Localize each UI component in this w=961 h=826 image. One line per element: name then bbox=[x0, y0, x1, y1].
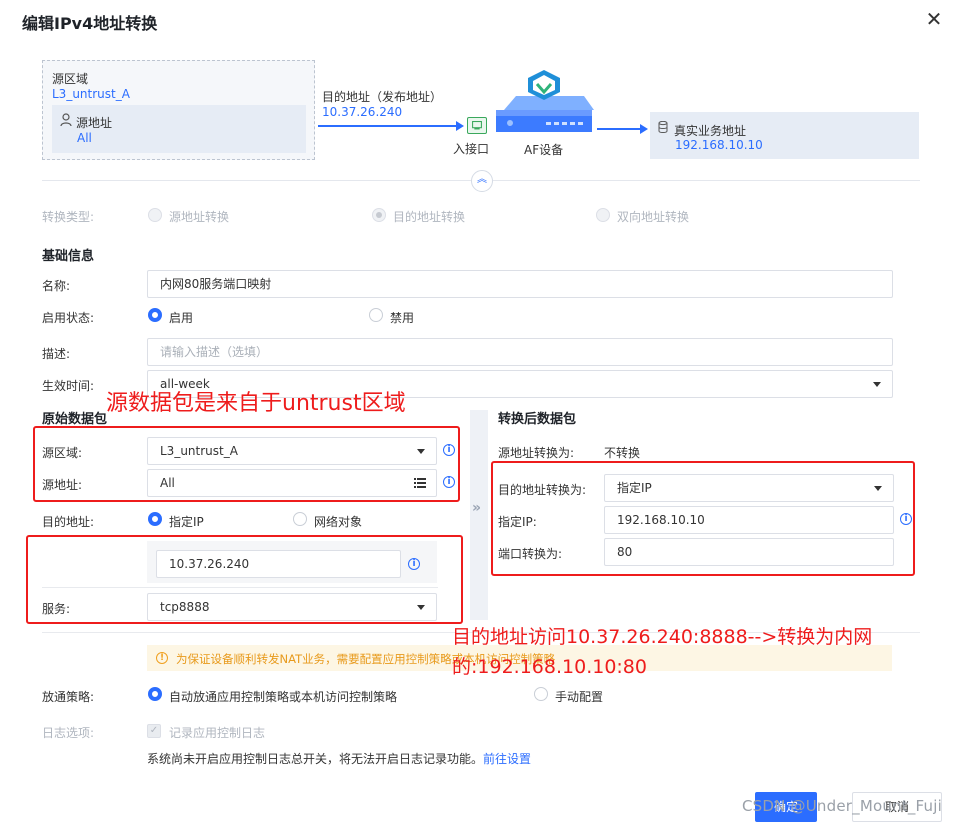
log-checkbox: ✓ bbox=[147, 724, 161, 738]
radio-status-disabled-label: 禁用 bbox=[390, 311, 415, 325]
collapse-chevron-icon[interactable]: ︽ bbox=[471, 170, 493, 192]
orig-src-addr-value: All bbox=[160, 476, 175, 490]
section-original-title: 原始数据包 bbox=[42, 412, 108, 427]
radio-status-disabled[interactable] bbox=[369, 308, 383, 322]
section-converted-title: 转换后数据包 bbox=[498, 412, 577, 427]
topology-device-label: AF设备 bbox=[524, 143, 564, 157]
orig-src-addr-select[interactable]: All bbox=[147, 469, 437, 497]
divider bbox=[42, 587, 438, 588]
watermark: CSDN @Under_Mount_Fuji bbox=[742, 797, 943, 815]
log-label: 日志选项: bbox=[42, 726, 95, 740]
name-label: 名称: bbox=[42, 279, 71, 293]
radio-policy-auto[interactable] bbox=[148, 687, 162, 701]
topology-src-zone-value: L3_untrust_A bbox=[52, 87, 130, 101]
radio-bidirectional-conversion-label: 双向地址转换 bbox=[617, 210, 690, 224]
topology-src-addr-label: 源地址 bbox=[76, 116, 113, 130]
desc-label: 描述: bbox=[42, 347, 71, 361]
orig-dst-ip-input[interactable]: 10.37.26.240 bbox=[156, 550, 401, 578]
orig-src-zone-label: 源区域: bbox=[42, 446, 83, 460]
radio-dst-network-object[interactable] bbox=[293, 512, 307, 526]
annotation-note-2-line1: 目的地址访问10.37.26.240:8888-->转换为内网 bbox=[452, 626, 873, 648]
topology-dst-value: 10.37.26.240 bbox=[322, 105, 403, 119]
name-input[interactable]: 内网80服务端口映射 bbox=[147, 270, 893, 298]
info-icon[interactable]: i bbox=[443, 444, 455, 456]
radio-dst-specified-ip[interactable] bbox=[148, 512, 162, 526]
orig-src-addr-label: 源地址: bbox=[42, 478, 83, 492]
radio-source-conversion-label: 源地址转换 bbox=[169, 210, 230, 224]
annotation-note-2-line2: 的:192.168.10.10:80 bbox=[452, 656, 647, 678]
flow-arrow-head bbox=[456, 121, 464, 131]
info-icon[interactable]: i bbox=[443, 476, 455, 488]
radio-bidirectional-conversion bbox=[596, 208, 610, 222]
topology-real-label: 真实业务地址 bbox=[674, 124, 747, 138]
annotation-note-1: 源数据包是来自于untrust区域 bbox=[106, 391, 406, 416]
service-select[interactable]: tcp8888 bbox=[147, 593, 437, 621]
conv-port-input[interactable]: 80 bbox=[604, 538, 894, 566]
src-conv-label: 源地址转换为: bbox=[498, 446, 575, 460]
radio-dst-specified-ip-label: 指定IP bbox=[169, 515, 204, 529]
user-icon bbox=[60, 113, 72, 127]
orig-src-zone-value: L3_untrust_A bbox=[160, 444, 238, 458]
close-icon[interactable]: ✕ bbox=[924, 8, 944, 30]
info-icon[interactable]: i bbox=[408, 558, 420, 570]
radio-policy-auto-label: 自动放通应用控制策略或本机访问控制策略 bbox=[169, 690, 398, 704]
chevron-down-icon bbox=[417, 449, 425, 454]
info-icon[interactable]: i bbox=[900, 513, 912, 525]
log-hint: 系统尚未开启应用控制日志总开关，将无法开启日志记录功能。 bbox=[147, 752, 484, 766]
log-hint-row: 系统尚未开启应用控制日志总开关，将无法开启日志记录功能。前往设置 bbox=[147, 750, 531, 767]
radio-status-enabled[interactable] bbox=[148, 308, 162, 322]
topology-port-label: 入接口 bbox=[453, 142, 490, 156]
orig-src-zone-select[interactable]: L3_untrust_A bbox=[147, 437, 437, 465]
radio-policy-manual[interactable] bbox=[534, 687, 548, 701]
flow-arrow bbox=[318, 125, 460, 127]
database-icon bbox=[658, 121, 668, 133]
chevron-down-icon bbox=[873, 382, 881, 387]
src-conv-value: 不转换 bbox=[604, 446, 641, 460]
log-checkbox-label: 记录应用控制日志 bbox=[169, 726, 266, 740]
conv-port-label: 端口转换为: bbox=[498, 547, 563, 561]
topology-src-addr-value: All bbox=[77, 131, 92, 145]
time-label: 生效时间: bbox=[42, 379, 95, 393]
double-chevron-right-icon: » bbox=[472, 500, 482, 516]
radio-dest-conversion-label: 目的地址转换 bbox=[393, 210, 466, 224]
chevron-down-icon bbox=[874, 486, 882, 491]
dst-conv-select[interactable]: 指定IP bbox=[604, 474, 894, 502]
log-settings-link[interactable]: 前往设置 bbox=[483, 752, 531, 766]
chevron-down-icon bbox=[417, 605, 425, 610]
dst-conv-value: 指定IP bbox=[617, 481, 652, 495]
list-icon[interactable] bbox=[414, 478, 426, 488]
orig-dst-label: 目的地址: bbox=[42, 515, 95, 529]
dialog-title: 编辑IPv4地址转换 bbox=[22, 14, 158, 33]
radio-dst-network-object-label: 网络对象 bbox=[314, 515, 363, 529]
policy-label: 放通策略: bbox=[42, 690, 95, 704]
status-label: 启用状态: bbox=[42, 311, 95, 325]
flow-arrow-head bbox=[640, 124, 648, 134]
radio-status-enabled-label: 启用 bbox=[169, 311, 194, 325]
radio-dest-conversion bbox=[372, 208, 386, 222]
conv-ip-input[interactable]: 192.168.10.10 bbox=[604, 506, 894, 534]
radio-source-conversion bbox=[148, 208, 162, 222]
service-value: tcp8888 bbox=[160, 600, 210, 614]
topology-src-zone-label: 源区域 bbox=[52, 72, 89, 86]
dst-conv-label: 目的地址转换为: bbox=[498, 483, 587, 497]
topology-real-value: 192.168.10.10 bbox=[675, 138, 763, 152]
section-basic-title: 基础信息 bbox=[42, 249, 95, 264]
service-label: 服务: bbox=[42, 602, 71, 616]
flow-arrow bbox=[597, 128, 643, 130]
topology-dst-label: 目的地址（发布地址） bbox=[322, 90, 443, 104]
conversion-type-label: 转换类型: bbox=[42, 210, 95, 224]
radio-policy-manual-label: 手动配置 bbox=[555, 690, 604, 704]
port-icon bbox=[467, 117, 487, 134]
conv-ip-label: 指定IP: bbox=[498, 515, 537, 529]
desc-input[interactable]: 请输入描述（选填） bbox=[147, 338, 893, 366]
af-device-icon bbox=[496, 70, 594, 132]
warning-icon: ! bbox=[156, 652, 168, 664]
